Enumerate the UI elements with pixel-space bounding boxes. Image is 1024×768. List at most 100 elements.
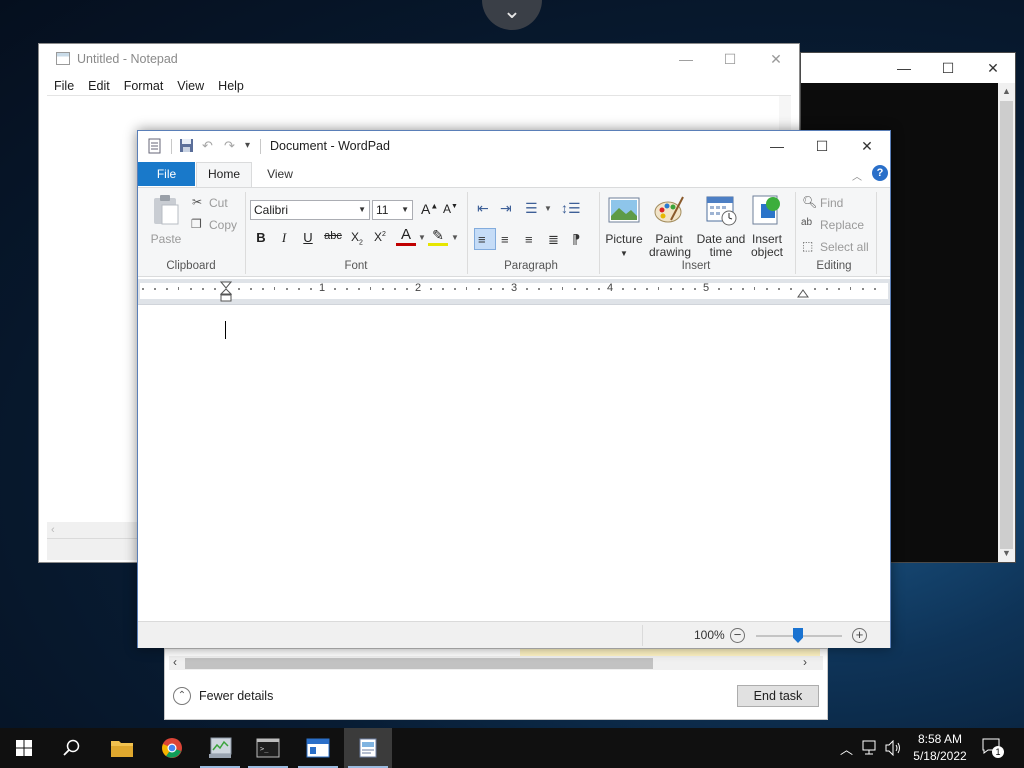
subscript-icon[interactable]: X2 bbox=[347, 230, 367, 246]
taskbar-file-explorer[interactable] bbox=[98, 728, 146, 768]
ruler[interactable]: 1 2 3 4 5 bbox=[138, 279, 890, 305]
scroll-up-icon[interactable]: ▲ bbox=[998, 83, 1015, 100]
console-maximize-button[interactable]: ☐ bbox=[925, 53, 971, 83]
ruler-dot bbox=[634, 288, 636, 290]
align-left-icon[interactable]: ≡ bbox=[478, 232, 486, 247]
italic-icon[interactable]: I bbox=[274, 230, 294, 246]
insert-object-icon bbox=[752, 195, 780, 225]
notepad-close-button[interactable]: ✕ bbox=[753, 44, 799, 74]
line-spacing-icon[interactable]: ↕☰ bbox=[561, 200, 581, 217]
insert-object-label-line2: object bbox=[750, 245, 784, 259]
grow-font-icon[interactable]: A▲ bbox=[421, 201, 438, 217]
collapse-ribbon-icon[interactable]: ︿ bbox=[852, 168, 862, 183]
ruler-dot bbox=[298, 288, 300, 290]
select-all-icon: ⬚ bbox=[802, 239, 814, 253]
zoom-in-icon[interactable]: + bbox=[852, 628, 867, 643]
notepad-maximize-button[interactable]: ☐ bbox=[707, 44, 753, 74]
find-button[interactable]: Find bbox=[820, 196, 843, 210]
save-icon[interactable] bbox=[179, 138, 194, 156]
wordpad-icon bbox=[359, 738, 377, 758]
indent-marker-icon[interactable] bbox=[220, 281, 232, 303]
ruler-tick bbox=[562, 287, 563, 290]
scroll-right-icon[interactable]: › bbox=[803, 655, 807, 669]
tab-view[interactable]: View bbox=[254, 162, 306, 186]
scroll-thumb[interactable] bbox=[1000, 101, 1013, 549]
taskbar-wordpad[interactable] bbox=[344, 728, 392, 768]
search-button[interactable] bbox=[48, 728, 96, 768]
taskbar: >_ ︿ 8:58 AM 5/18/2022 1 bbox=[0, 728, 1024, 768]
menu-help[interactable]: Help bbox=[211, 76, 251, 96]
right-indent-marker-icon[interactable] bbox=[797, 289, 809, 298]
taskbar-command-prompt[interactable]: >_ bbox=[244, 728, 292, 768]
justify-icon[interactable]: ≣ bbox=[548, 232, 559, 248]
wordpad-maximize-button[interactable]: ☐ bbox=[799, 131, 845, 161]
show-hidden-icons-icon[interactable]: ︿ bbox=[840, 739, 853, 758]
action-center-button[interactable]: 1 bbox=[982, 738, 1004, 758]
scroll-thumb[interactable] bbox=[185, 658, 653, 669]
wordpad-close-button[interactable]: ✕ bbox=[844, 131, 890, 161]
decrease-indent-icon[interactable]: ⇤ bbox=[477, 200, 489, 217]
select-all-button[interactable]: Select all bbox=[820, 240, 869, 254]
start-button[interactable] bbox=[0, 728, 48, 768]
scroll-down-icon[interactable]: ▼ bbox=[998, 545, 1015, 562]
taskbar-notepad-app[interactable] bbox=[294, 728, 342, 768]
dropdown-arrow-icon[interactable]: ▼ bbox=[418, 233, 426, 242]
align-center-icon[interactable]: ≡ bbox=[501, 232, 509, 247]
customize-qat-icon[interactable]: ▾ bbox=[245, 140, 250, 151]
superscript-icon[interactable]: X2 bbox=[370, 230, 390, 244]
console-close-button[interactable]: ✕ bbox=[970, 53, 1016, 83]
insert-group-label: Insert bbox=[681, 260, 711, 272]
fewer-details-toggle[interactable]: ⌃ Fewer details bbox=[173, 687, 273, 705]
underline-icon[interactable]: U bbox=[298, 230, 318, 245]
task-manager-horizontal-scrollbar[interactable]: ‹ › bbox=[169, 655, 823, 670]
strikethrough-icon[interactable]: abc bbox=[322, 230, 344, 242]
highlight-icon[interactable]: ✎ bbox=[428, 228, 448, 246]
scroll-left-icon[interactable]: ‹ bbox=[173, 655, 177, 669]
zoom-slider-thumb[interactable] bbox=[793, 628, 803, 643]
font-size-select[interactable]: 11 ▼ bbox=[372, 200, 413, 220]
chevron-down-icon[interactable]: ⌄ bbox=[482, 0, 542, 30]
tab-file[interactable]: File bbox=[138, 162, 195, 186]
dropdown-arrow-icon[interactable]: ▼ bbox=[451, 233, 459, 242]
paragraph-settings-icon[interactable]: ⁋ bbox=[572, 232, 580, 248]
font-family-select[interactable]: Calibri ▼ bbox=[250, 200, 370, 220]
zoom-out-icon[interactable]: − bbox=[730, 628, 745, 643]
help-icon[interactable]: ? bbox=[872, 165, 888, 181]
console-minimize-button[interactable]: — bbox=[881, 53, 927, 83]
replace-button[interactable]: Replace bbox=[820, 218, 864, 232]
notepad-minimize-button[interactable]: — bbox=[663, 44, 709, 74]
text-color-icon[interactable]: A bbox=[396, 227, 416, 246]
paste-button[interactable]: Paste bbox=[150, 194, 182, 246]
menu-file[interactable]: File bbox=[47, 76, 81, 96]
ruler-dot bbox=[766, 288, 768, 290]
date-time-button[interactable]: Date and time bbox=[696, 194, 746, 259]
align-right-icon[interactable]: ≡ bbox=[525, 232, 533, 247]
dropdown-arrow-icon[interactable]: ▼ bbox=[544, 204, 552, 213]
document-editor[interactable] bbox=[138, 306, 890, 621]
wordpad-app-icon[interactable] bbox=[147, 138, 163, 157]
wordpad-minimize-button[interactable]: — bbox=[754, 131, 800, 161]
bold-icon[interactable]: B bbox=[251, 230, 271, 245]
insert-picture-button[interactable]: Picture ▼ bbox=[604, 194, 644, 260]
taskbar-chrome[interactable] bbox=[148, 728, 196, 768]
system-clock[interactable]: 8:58 AM 5/18/2022 bbox=[904, 731, 976, 765]
insert-object-button[interactable]: Insert object bbox=[748, 194, 786, 259]
increase-indent-icon[interactable]: ⇥ bbox=[500, 200, 512, 217]
network-icon[interactable] bbox=[862, 740, 880, 756]
notepad-horizontal-scrollbar[interactable]: ‹ bbox=[47, 522, 147, 538]
redo-icon[interactable]: ↷ bbox=[224, 138, 235, 154]
taskbar-task-manager[interactable] bbox=[196, 728, 244, 768]
menu-format[interactable]: Format bbox=[117, 76, 171, 96]
copy-button[interactable]: Copy bbox=[209, 218, 237, 232]
shrink-font-icon[interactable]: A▼ bbox=[443, 202, 458, 216]
tab-home[interactable]: Home bbox=[196, 162, 252, 187]
console-vertical-scrollbar[interactable]: ▲ ▼ bbox=[998, 83, 1015, 562]
menu-view[interactable]: View bbox=[170, 76, 211, 96]
bullet-list-icon[interactable]: ☰ bbox=[525, 200, 538, 217]
volume-icon[interactable] bbox=[885, 740, 903, 756]
paint-drawing-button[interactable]: Paint drawing bbox=[649, 194, 691, 259]
menu-edit[interactable]: Edit bbox=[81, 76, 117, 96]
cut-button[interactable]: Cut bbox=[209, 196, 228, 210]
undo-icon[interactable]: ↶ bbox=[202, 138, 213, 154]
end-task-button[interactable]: End task bbox=[737, 685, 819, 707]
